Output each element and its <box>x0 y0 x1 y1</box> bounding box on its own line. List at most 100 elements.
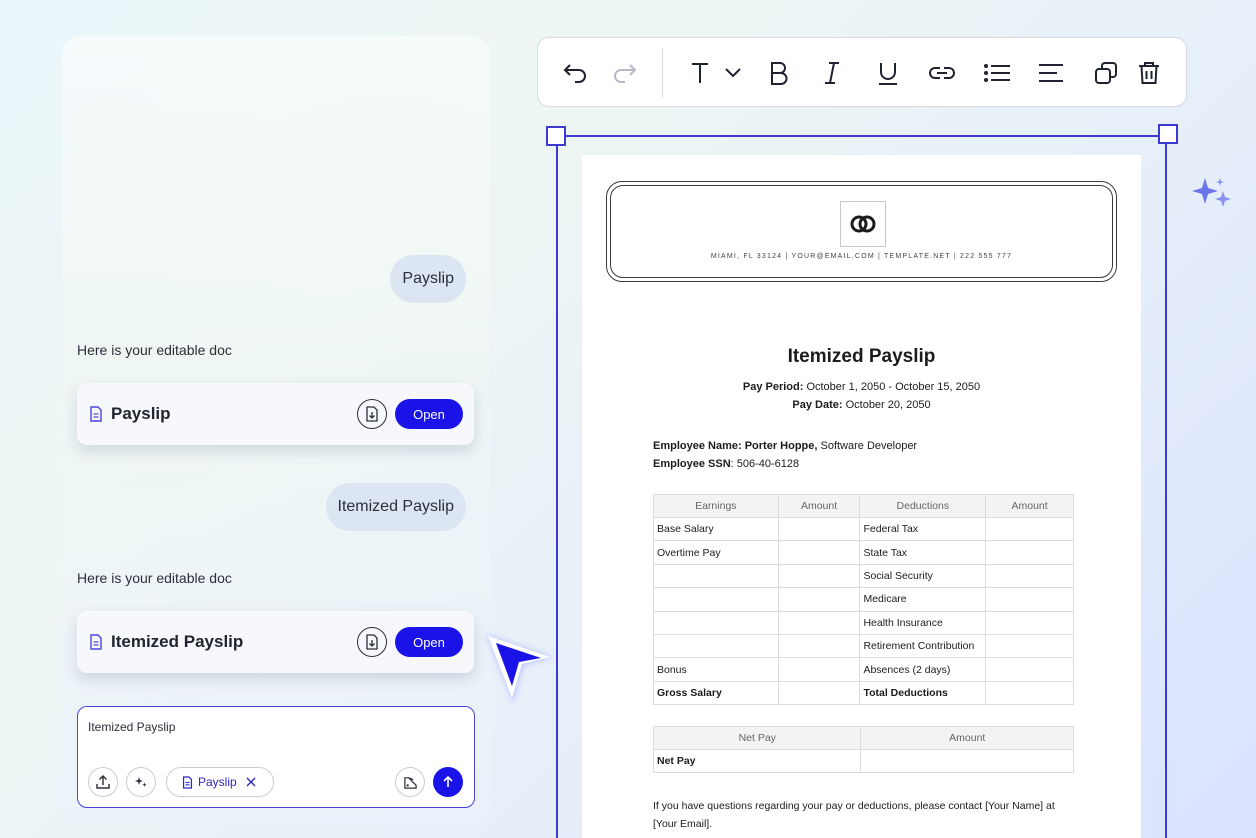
upload-icon <box>96 775 110 789</box>
table-cell <box>777 633 861 659</box>
table-cell: Overtime Pay <box>653 540 779 565</box>
italic-button[interactable] <box>816 57 848 89</box>
pay-period: Pay Period: October 1, 2050 - October 15… <box>742 381 981 393</box>
earnings-deductions-table: Earnings Amount Deductions Amount Base S… <box>653 494 1074 706</box>
file-icon <box>90 634 102 650</box>
align-icon <box>1039 64 1063 82</box>
open-button[interactable]: Open <box>395 399 463 429</box>
table-cell: Federal Tax <box>859 516 987 542</box>
table-cell: Health Insurance <box>859 610 987 635</box>
rings-logo-icon <box>850 215 876 233</box>
table-cell: Medicare <box>859 587 987 612</box>
template-button[interactable] <box>395 767 425 797</box>
table-header: Amount <box>985 494 1074 518</box>
doc-card-title: Itemized Payslip <box>111 632 244 651</box>
footer-note: If you have questions regarding your pay… <box>653 800 1055 830</box>
composer-input[interactable]: Itemized Payslip <box>88 720 175 734</box>
table-cell <box>777 516 861 542</box>
resize-handle-top-left[interactable] <box>546 126 566 146</box>
delete-button[interactable] <box>1133 57 1165 89</box>
table-row: Net Pay <box>652 748 1074 774</box>
list-button[interactable] <box>981 57 1013 89</box>
table-row: Overtime Pay State Tax <box>653 540 1074 565</box>
duplicate-button[interactable] <box>1090 57 1122 89</box>
duplicate-icon <box>1095 62 1117 84</box>
table-cell <box>777 587 861 612</box>
redo-icon <box>614 64 637 83</box>
table-cell <box>777 680 861 706</box>
table-cell: Base Salary <box>653 516 779 542</box>
text-style-icon <box>692 63 741 83</box>
table-cell: Bonus <box>653 657 779 682</box>
document-header: MIAMI, FL 33124 | YOUR@EMAIL.COM | TEMPL… <box>606 181 1117 282</box>
download-button[interactable] <box>357 627 387 657</box>
download-button[interactable] <box>357 399 387 429</box>
table-cell: Social Security <box>859 563 987 589</box>
table-row: Retirement Contribution <box>653 633 1074 659</box>
send-button[interactable] <box>433 767 463 797</box>
table-cell <box>985 540 1074 565</box>
composer[interactable]: Itemized Payslip Payslip <box>77 706 475 808</box>
user-message: Itemized Payslip <box>325 483 466 531</box>
link-icon <box>929 67 955 79</box>
table-cell <box>653 587 779 612</box>
table-cell <box>985 516 1074 542</box>
table-row: Social Security <box>653 563 1074 589</box>
toolbar-divider <box>662 48 663 98</box>
redo-button[interactable] <box>608 57 640 89</box>
table-cell <box>985 587 1074 612</box>
table-header: Amount <box>860 726 1074 750</box>
undo-button[interactable] <box>560 57 592 89</box>
download-icon <box>366 406 378 422</box>
table-header-row: Net Pay Amount <box>652 726 1074 750</box>
table-cell <box>985 680 1074 706</box>
chip-label: Payslip <box>198 775 237 789</box>
undo-icon <box>563 64 586 83</box>
table-cell <box>777 563 861 589</box>
table-cell <box>653 563 779 589</box>
upload-button[interactable] <box>88 767 118 797</box>
document-title: Itemized Payslip <box>787 346 936 367</box>
link-button[interactable] <box>926 57 958 89</box>
table-row: Gross Salary Total Deductions <box>653 680 1074 706</box>
assistant-message: Here is your editable doc <box>77 570 232 586</box>
company-logo <box>840 201 886 247</box>
table-cell <box>985 633 1074 659</box>
table-row: Medicare <box>653 587 1074 612</box>
table-cell <box>985 657 1074 682</box>
employee-ssn: Employee SSN: 506-40-6128 <box>653 458 800 470</box>
table-cell: Net Pay <box>652 748 862 774</box>
table-cell: Retirement Contribution <box>859 633 987 659</box>
table-header: Net Pay <box>652 726 862 750</box>
underline-icon <box>879 63 897 85</box>
table-cell: State Tax <box>859 540 987 565</box>
table-header: Amount <box>777 494 861 518</box>
file-icon <box>90 406 102 422</box>
table-cell <box>777 540 861 565</box>
arrow-up-icon <box>443 775 453 787</box>
table-header: Earnings <box>653 494 779 518</box>
align-button[interactable] <box>1035 57 1067 89</box>
close-icon[interactable] <box>246 777 256 787</box>
table-cell <box>653 610 779 635</box>
underline-button[interactable] <box>872 57 904 89</box>
table-cell <box>777 610 861 635</box>
table-cell <box>860 748 1074 774</box>
resize-handle-top-right[interactable] <box>1158 124 1178 144</box>
table-row: Bonus Absences (2 days) <box>653 657 1074 682</box>
table-cell <box>985 563 1074 589</box>
doc-card: Payslip Open <box>77 383 474 445</box>
text-style-button[interactable] <box>686 57 748 89</box>
table-cell: Absences (2 days) <box>859 657 987 682</box>
file-icon <box>182 775 193 789</box>
open-button[interactable]: Open <box>395 627 463 657</box>
download-icon <box>366 634 378 650</box>
trash-icon <box>1139 62 1159 84</box>
magic-button[interactable] <box>126 767 156 797</box>
bold-button[interactable] <box>763 57 795 89</box>
pay-date: Pay Date: October 20, 2050 <box>792 399 931 411</box>
list-icon <box>984 64 1010 82</box>
attached-doc-chip[interactable]: Payslip <box>166 767 274 797</box>
table-cell <box>985 610 1074 635</box>
document-page: MIAMI, FL 33124 | YOUR@EMAIL.COM | TEMPL… <box>582 155 1141 838</box>
